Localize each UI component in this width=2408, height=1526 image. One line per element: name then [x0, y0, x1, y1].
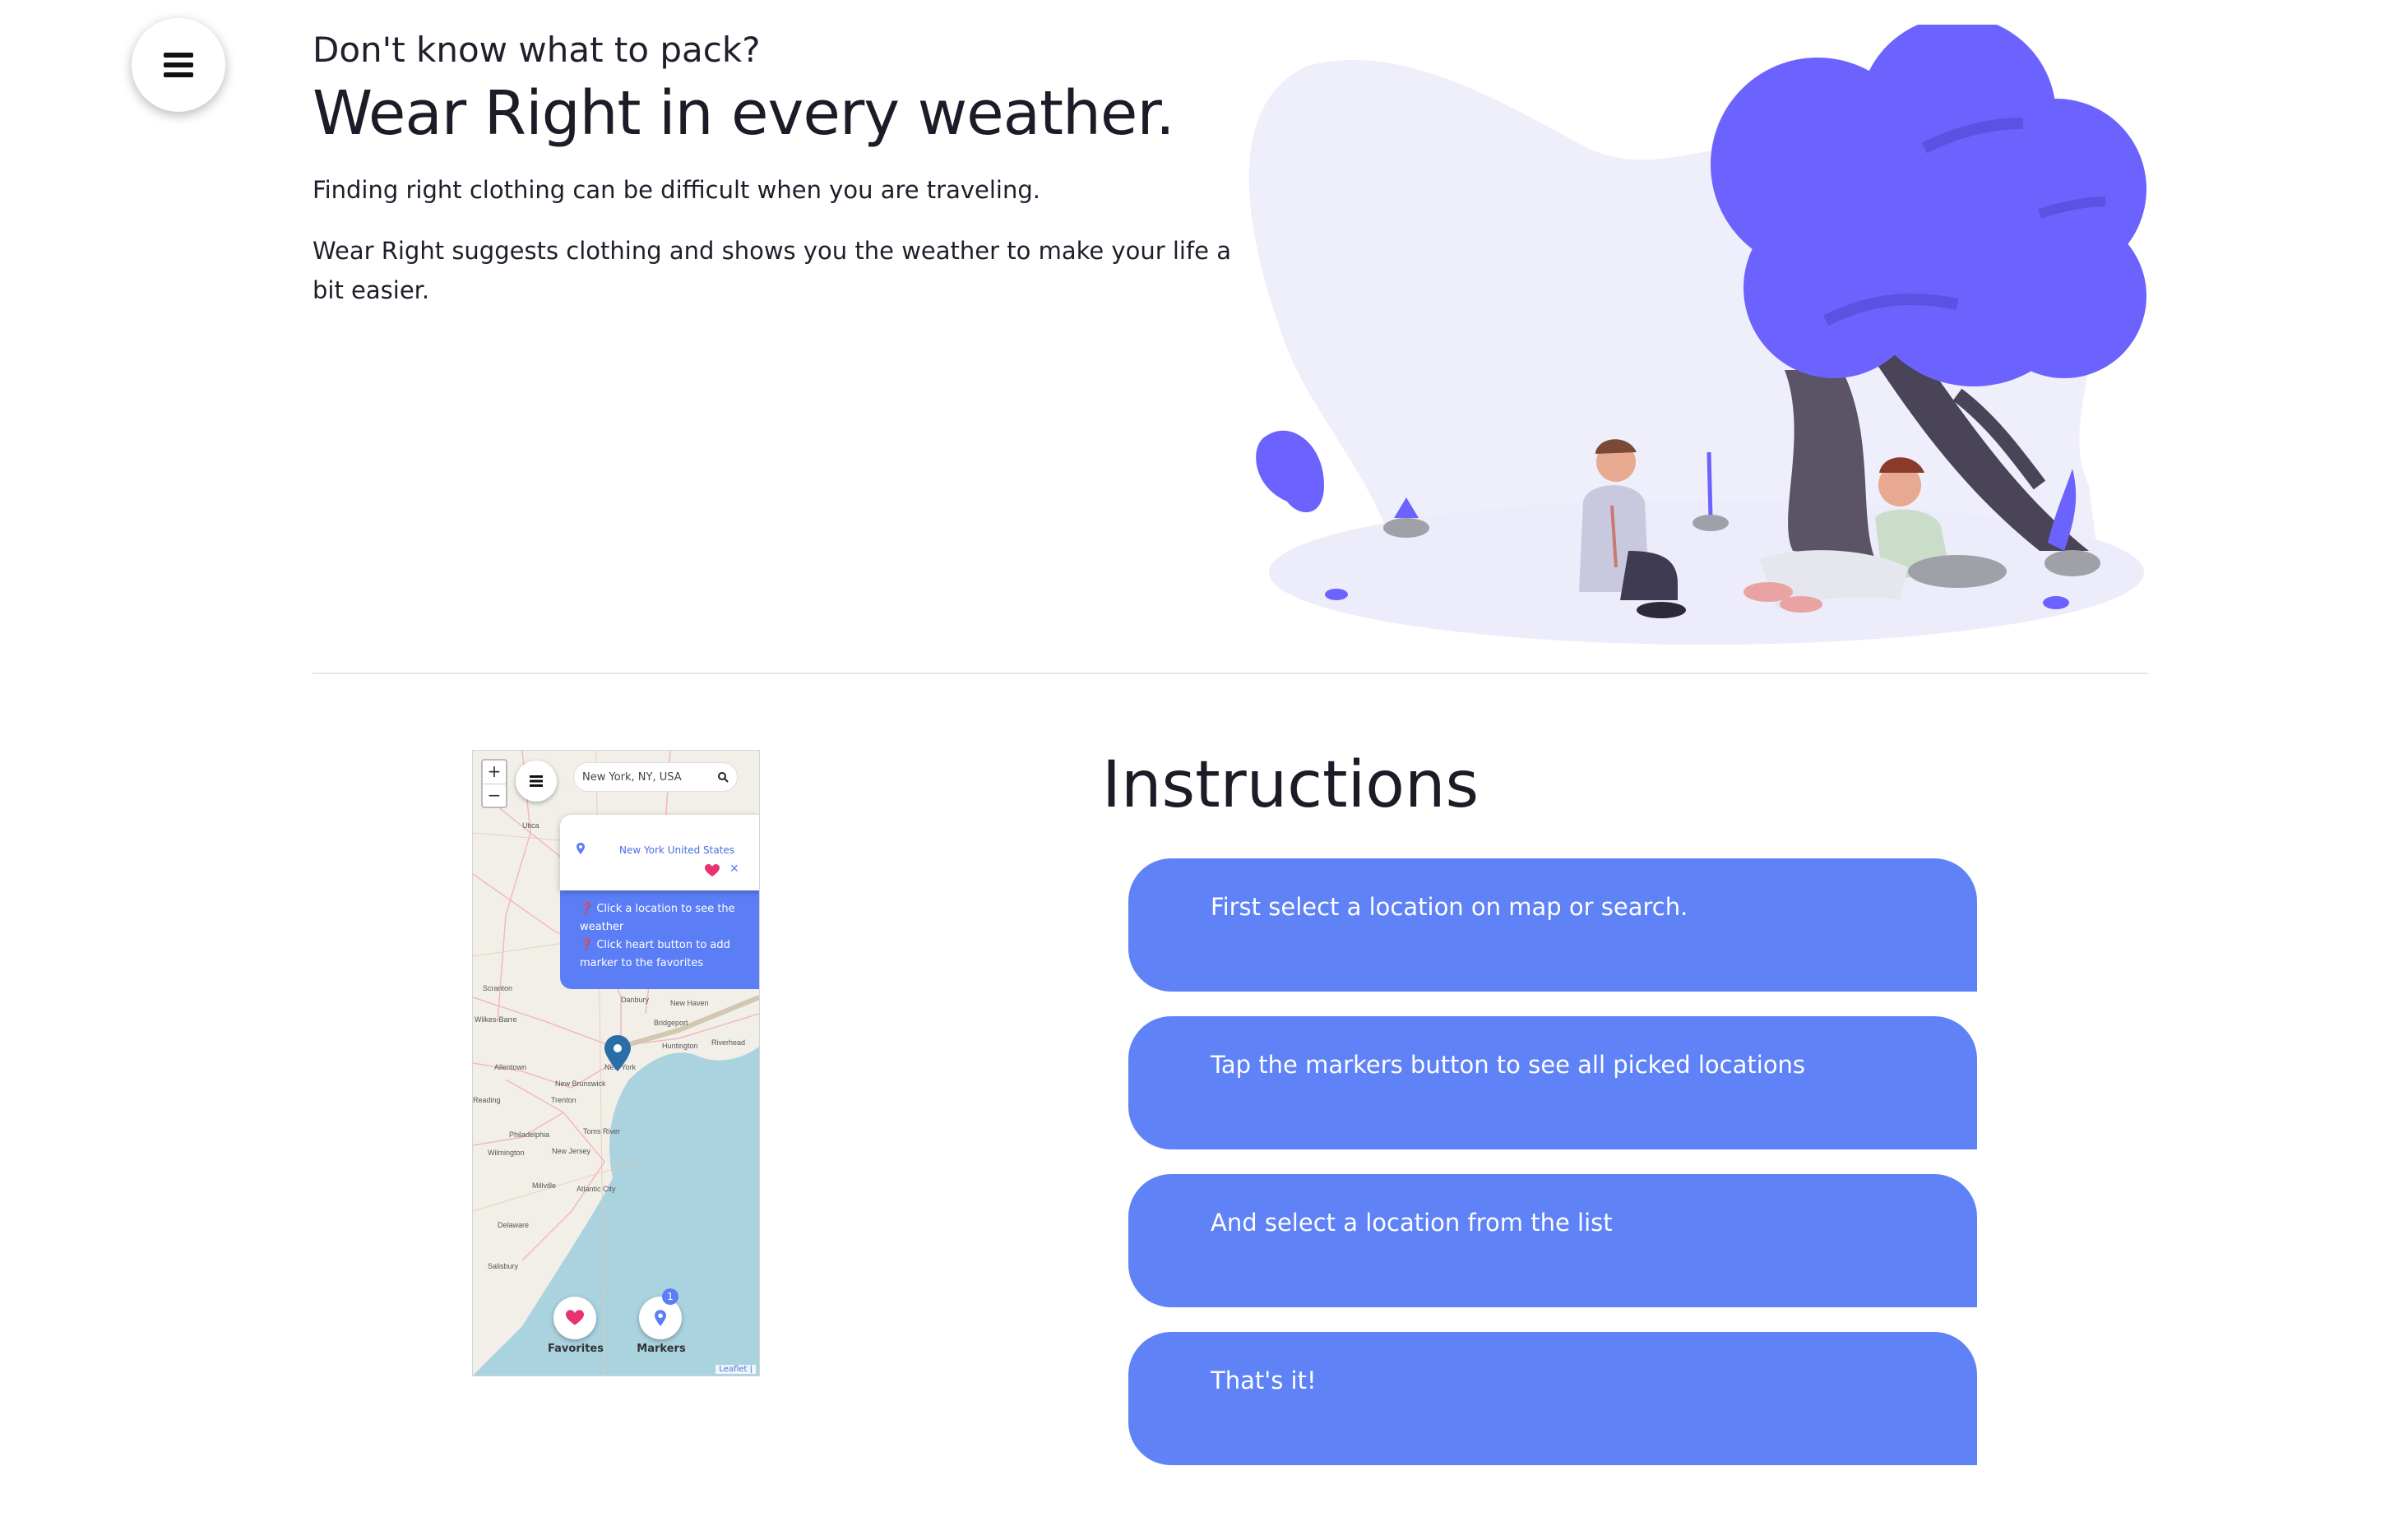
map-preview: New York Utica Danbury New Haven Bridgep… — [472, 750, 760, 1376]
heart-icon[interactable] — [705, 864, 720, 877]
close-icon[interactable]: ✕ — [729, 862, 739, 876]
svg-text:Danbury: Danbury — [621, 996, 650, 1004]
svg-text:Utica: Utica — [522, 821, 539, 830]
location-popup: New York United States ✕ ❓ Click a locat… — [560, 815, 759, 989]
zoom-out-button[interactable]: − — [483, 784, 506, 807]
svg-text:New Brunswick: New Brunswick — [555, 1080, 606, 1088]
instruction-step: And select a location from the list — [1128, 1174, 1977, 1307]
map-menu-button[interactable] — [516, 761, 557, 802]
help-icon: ❓ — [580, 903, 594, 915]
help-line-2: Click heart button to add marker to the … — [580, 939, 730, 969]
svg-text:Riverhead: Riverhead — [711, 1038, 745, 1047]
svg-text:Wilkes-Barre: Wilkes-Barre — [475, 1015, 517, 1024]
svg-text:Allentown: Allentown — [494, 1063, 526, 1071]
svg-text:Bridgeport: Bridgeport — [654, 1019, 688, 1027]
hamburger-icon — [164, 53, 193, 77]
tree-canopy — [1711, 25, 2146, 386]
hamburger-icon — [530, 775, 543, 787]
hero-subtitle: Don't know what to pack? — [313, 30, 761, 70]
instruction-step: Tap the markers button to see all picked… — [1128, 1016, 1977, 1149]
svg-text:Scranton: Scranton — [483, 984, 512, 992]
map-pin-icon — [655, 1310, 666, 1326]
zoom-in-button[interactable]: + — [483, 761, 506, 784]
hero-title: Wear Right in every weather. — [313, 78, 1175, 149]
hero-paragraph-2: Wear Right suggests clothing and shows y… — [313, 237, 1232, 304]
hero-paragraph-1: Finding right clothing can be difficult … — [313, 176, 1040, 204]
search-icon[interactable] — [717, 771, 729, 783]
favorites-button[interactable] — [553, 1297, 596, 1339]
map-search-value: New York, NY, USA — [582, 770, 682, 784]
svg-text:Salisbury: Salisbury — [488, 1262, 519, 1270]
svg-text:Toms River: Toms River — [583, 1127, 620, 1135]
instructions-title: Instructions — [1102, 748, 1480, 822]
zoom-control: + − — [481, 759, 507, 808]
svg-text:Reading: Reading — [473, 1096, 501, 1104]
svg-text:New Haven: New Haven — [670, 999, 709, 1007]
svg-text:Atlantic City: Atlantic City — [577, 1185, 616, 1193]
popup-help: ❓ Click a location to see the weather ❓ … — [560, 890, 759, 989]
section-divider — [313, 673, 2148, 674]
svg-text:New Jersey: New Jersey — [552, 1147, 591, 1155]
help-line-1: Click a location to see the weather — [580, 903, 735, 933]
hero-illustration — [1248, 25, 2146, 645]
markers-label: Markers — [637, 1343, 686, 1355]
hero-section: Don't know what to pack? Wear Right in e… — [313, 30, 1234, 331]
instruction-step: That's it! — [1128, 1332, 1977, 1465]
map-search-field[interactable]: New York, NY, USA — [573, 762, 738, 792]
svg-text:Delaware: Delaware — [498, 1221, 529, 1229]
heart-icon — [566, 1310, 584, 1325]
markers-count-badge: 1 — [662, 1288, 678, 1305]
svg-text:Trenton: Trenton — [551, 1096, 577, 1104]
instructions-list: First select a location on map or search… — [1128, 858, 1977, 1490]
map-pin-icon — [577, 843, 585, 854]
instruction-step: First select a location on map or search… — [1128, 858, 1977, 992]
svg-text:Wilmington: Wilmington — [488, 1149, 525, 1157]
svg-text:Huntington: Huntington — [662, 1042, 698, 1050]
popup-location-name: New York United States — [619, 844, 735, 856]
map-attribution[interactable]: Leaflet | — [715, 1365, 756, 1374]
help-icon: ❓ — [580, 939, 594, 951]
menu-button[interactable] — [132, 18, 225, 112]
svg-text:Millville: Millville — [532, 1181, 556, 1190]
favorites-label: Favorites — [548, 1343, 604, 1355]
svg-text:Philadelphia: Philadelphia — [509, 1131, 549, 1139]
